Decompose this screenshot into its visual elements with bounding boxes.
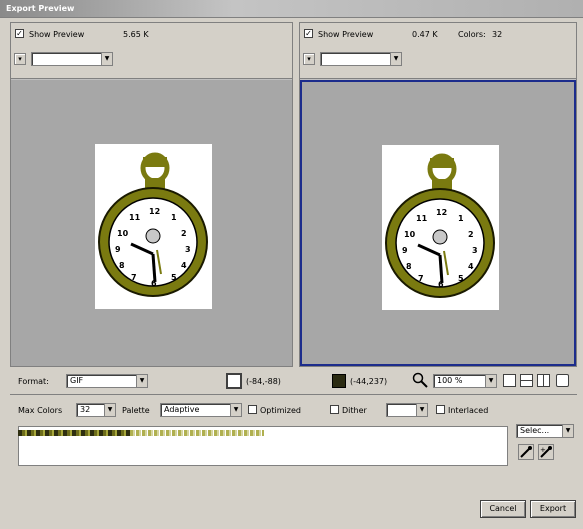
svg-text:3: 3 [185, 245, 191, 254]
svg-text:1: 1 [458, 214, 464, 223]
chevron-down-icon: ▼ [562, 425, 573, 437]
optimized-label: Optimized [260, 406, 301, 415]
right-export-settings-button[interactable]: ▾ [303, 53, 315, 65]
left-export-settings-button[interactable]: ▾ [14, 53, 26, 65]
svg-text:12: 12 [149, 207, 160, 216]
left-panel-header: ✓ Show Preview 5.65 K ▾ ▼ [11, 23, 292, 79]
svg-text:1: 1 [171, 213, 177, 222]
max-colors-value: 32 [80, 405, 91, 414]
svg-text:10: 10 [117, 229, 129, 238]
zoom-icon[interactable] [412, 372, 428, 388]
crop-coordinates: (-84,-88) [246, 377, 281, 386]
left-show-preview-label: Show Preview [29, 30, 85, 39]
colors-count: 32 [492, 30, 503, 39]
crop-icon[interactable] [226, 373, 242, 389]
svg-text:9: 9 [402, 246, 408, 255]
chevron-down-icon: ▼ [101, 53, 112, 65]
svg-text:7: 7 [131, 273, 137, 282]
svg-text:7: 7 [418, 274, 424, 283]
right-panel-header: ✓ Show Preview 0.47 K Colors: 32 ▾ ▼ [300, 23, 576, 79]
svg-text:5: 5 [458, 274, 464, 283]
left-preview-canvas[interactable]: 12 1 2 3 4 5 6 7 8 9 10 11 [11, 80, 292, 366]
right-show-preview-checkbox[interactable]: ✓ [304, 29, 313, 38]
svg-text:3: 3 [472, 246, 478, 255]
dither-checkbox[interactable] [330, 405, 339, 414]
export-button[interactable]: Export [530, 500, 576, 518]
right-show-preview-label: Show Preview [318, 30, 374, 39]
color-swatch[interactable] [332, 374, 346, 388]
svg-text:8: 8 [406, 262, 412, 271]
chevron-down-icon: ▼ [230, 404, 241, 416]
single-view-icon[interactable] [503, 374, 516, 387]
pocket-watch-icon: 12 1 2 3 4 5 6 7 8 9 10 11 [385, 153, 495, 298]
vertical-split-icon[interactable] [537, 374, 550, 387]
format-value: GIF [70, 376, 84, 385]
svg-text:9: 9 [115, 245, 121, 254]
svg-text:2: 2 [181, 229, 187, 238]
max-colors-select[interactable]: 32 ▼ [76, 403, 116, 417]
svg-text:5: 5 [171, 273, 177, 282]
svg-text:2: 2 [468, 230, 474, 239]
format-label: Format: [18, 377, 49, 386]
title-bar: Export Preview [0, 0, 583, 18]
left-show-preview-checkbox[interactable]: ✓ [15, 29, 24, 38]
right-file-size: 0.47 K [412, 30, 438, 39]
zoom-select[interactable]: 100 % ▼ [433, 374, 497, 388]
right-watch-image: 12 1 2 3 4 5 6 7 8 9 10 11 [382, 145, 499, 310]
chevron-down-icon: ▼ [416, 404, 427, 416]
left-settings-select[interactable]: ▼ [31, 52, 113, 66]
window-title: Export Preview [6, 4, 75, 13]
right-preview-canvas[interactable]: 12 1 2 3 4 5 6 7 8 9 10 11 [300, 80, 576, 366]
divider [10, 394, 577, 395]
right-settings-select[interactable]: ▼ [320, 52, 402, 66]
svg-text:4: 4 [181, 261, 187, 270]
dither-label: Dither [342, 406, 367, 415]
right-preview-panel: ✓ Show Preview 0.47 K Colors: 32 ▾ ▼ 12 … [299, 22, 577, 367]
left-preview-panel: ✓ Show Preview 5.65 K ▾ ▼ 12 1 2 3 4 5 6 [10, 22, 293, 367]
chevron-down-icon: ▼ [136, 375, 147, 387]
max-colors-label: Max Colors [18, 406, 63, 415]
optimized-checkbox[interactable] [248, 405, 257, 414]
select-menu-label: Selec... [520, 426, 550, 435]
left-watch-image: 12 1 2 3 4 5 6 7 8 9 10 11 [95, 144, 212, 309]
interlaced-checkbox[interactable] [436, 405, 445, 414]
eyedropper-icon[interactable] [518, 444, 534, 460]
chevron-down-icon: ▼ [390, 53, 401, 65]
svg-text:4: 4 [468, 262, 474, 271]
format-select[interactable]: GIF ▼ [66, 374, 148, 388]
palette-select[interactable]: Adaptive ▼ [160, 403, 242, 417]
palette-value: Adaptive [164, 405, 200, 414]
svg-text:10: 10 [404, 230, 416, 239]
palette-swatches-light[interactable] [130, 430, 264, 436]
quad-view-icon[interactable] [556, 374, 569, 387]
palette-label: Palette [122, 406, 150, 415]
pocket-watch-icon: 12 1 2 3 4 5 6 7 8 9 10 11 [98, 152, 208, 297]
chevron-down-icon: ▼ [485, 375, 496, 387]
horizontal-split-icon[interactable] [520, 374, 533, 387]
cancel-button[interactable]: Cancel [480, 500, 526, 518]
svg-text:11: 11 [416, 214, 428, 223]
eyedropper-plus-icon[interactable]: + [538, 444, 554, 460]
chevron-down-icon: ▼ [104, 404, 115, 416]
svg-text:8: 8 [119, 261, 125, 270]
select-menu[interactable]: Selec... ▼ [516, 424, 574, 438]
svg-text:+: + [540, 446, 546, 454]
colors-label: Colors: [458, 30, 486, 39]
svg-text:12: 12 [436, 208, 447, 217]
interlaced-label: Interlaced [448, 406, 489, 415]
svg-text:11: 11 [129, 213, 141, 222]
pointer-coordinates: (-44,237) [350, 377, 388, 386]
left-file-size: 5.65 K [123, 30, 149, 39]
dither-amount-field[interactable]: ▼ [386, 403, 428, 417]
zoom-value: 100 % [437, 376, 463, 385]
